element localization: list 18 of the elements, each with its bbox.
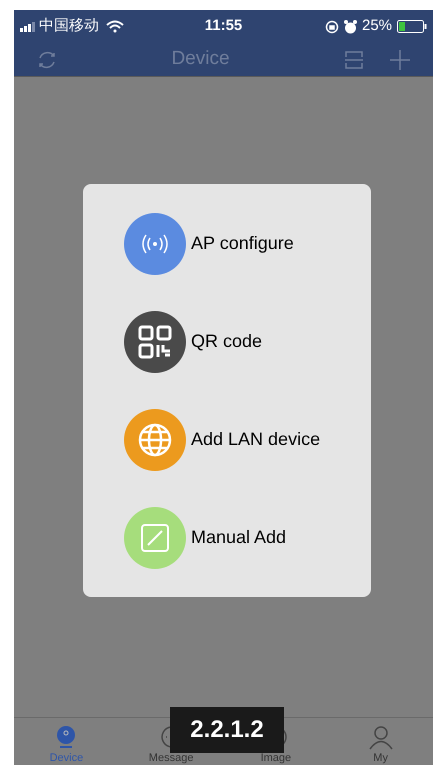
battery-icon [397, 20, 428, 33]
menu-item[interactable]: Add LAN device [124, 408, 371, 470]
person-icon [368, 724, 394, 750]
qr-code-icon [137, 324, 173, 360]
menu-item[interactable]: AP configure [124, 212, 371, 274]
nav-title: Device [170, 47, 231, 72]
wifi-icon [106, 20, 124, 33]
scan-icon [344, 50, 364, 70]
orientation-lock-icon [324, 20, 339, 34]
signal-icon [20, 22, 36, 32]
clock-time: 11:55 [204, 16, 244, 36]
battery-percentage: 25% [362, 16, 392, 36]
menu-item[interactable]: QR code [124, 310, 371, 372]
plus-icon [389, 48, 411, 70]
edit-icon [139, 522, 171, 554]
figure-label-toast: 2.2.1.2 [170, 707, 284, 753]
menu-item[interactable]: Manual Add [124, 506, 371, 568]
carrier-name: 中国移动 [39, 16, 99, 36]
